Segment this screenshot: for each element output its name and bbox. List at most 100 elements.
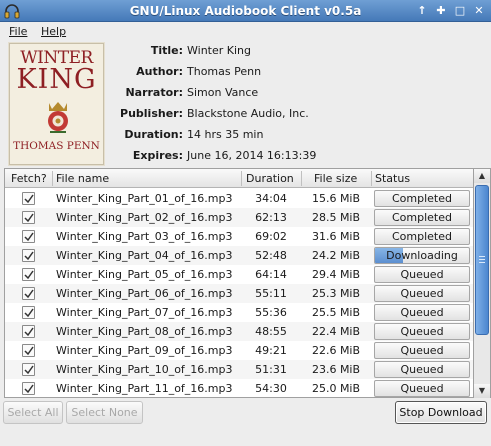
file-size-cell: 29.4 MiB <box>311 268 361 281</box>
status-button[interactable]: Queued <box>374 266 470 283</box>
duration-cell: 62:13 <box>255 211 287 224</box>
file-name-cell: Winter_King_Part_10_of_16.mp3 <box>56 363 233 376</box>
status-label: Queued <box>400 325 444 338</box>
table-scrollbar[interactable]: ▲ ▼ <box>474 168 491 398</box>
status-button[interactable]: Queued <box>374 361 470 378</box>
file-name-cell: Winter_King_Part_01_of_16.mp3 <box>56 192 233 205</box>
table-header: Fetch? File name Duration File size Stat… <box>5 169 473 188</box>
status-button[interactable]: Queued <box>374 323 470 340</box>
file-size-cell: 25.0 MiB <box>311 382 361 395</box>
status-label: Queued <box>400 306 444 319</box>
title-label: Title: <box>150 44 183 57</box>
col-status[interactable]: Status <box>375 172 410 185</box>
status-button[interactable]: Queued <box>374 285 470 302</box>
fetch-checkbox[interactable] <box>22 306 35 319</box>
file-name-cell: Winter_King_Part_07_of_16.mp3 <box>56 306 233 319</box>
status-button[interactable]: Completed <box>374 228 470 245</box>
status-button[interactable]: Queued <box>374 304 470 321</box>
fetch-checkbox[interactable] <box>22 325 35 338</box>
duration-cell: 64:14 <box>255 268 287 281</box>
col-fetch[interactable]: Fetch? <box>11 172 47 185</box>
status-label: Completed <box>392 211 452 224</box>
menu-help-label: Help <box>41 25 67 38</box>
status-button[interactable]: Downloading <box>374 247 470 264</box>
fetch-checkbox[interactable] <box>22 249 35 262</box>
checkmark-icon <box>24 327 34 337</box>
scroll-thumb[interactable] <box>475 185 489 335</box>
file-name-cell: Winter_King_Part_05_of_16.mp3 <box>56 268 233 281</box>
table-row[interactable]: Winter_King_Part_08_of_16.mp3 48:55 22.4 M… <box>5 322 473 341</box>
col-separator[interactable] <box>241 171 242 186</box>
narrator-label: Narrator: <box>125 86 183 99</box>
duration-label: Duration: <box>124 128 183 141</box>
col-separator[interactable] <box>301 171 302 186</box>
file-name-cell: Winter_King_Part_03_of_16.mp3 <box>56 230 233 243</box>
fetch-checkbox[interactable] <box>22 211 35 224</box>
checkmark-icon <box>24 232 34 242</box>
table-row[interactable]: Winter_King_Part_05_of_16.mp3 64:14 29.4 M… <box>5 265 473 284</box>
table-row[interactable]: Winter_King_Part_09_of_16.mp3 49:21 22.6 M… <box>5 341 473 360</box>
info-duration-row: Duration: 14 hrs 35 min <box>0 128 491 144</box>
fetch-checkbox[interactable] <box>22 192 35 205</box>
status-label: Queued <box>400 344 444 357</box>
fetch-checkbox[interactable] <box>22 363 35 376</box>
status-label: Completed <box>392 230 452 243</box>
file-name-cell: Winter_King_Part_04_of_16.mp3 <box>56 249 233 262</box>
table-row[interactable]: Winter_King_Part_02_of_16.mp3 62:13 28.5 M… <box>5 208 473 227</box>
file-name-cell: Winter_King_Part_02_of_16.mp3 <box>56 211 233 224</box>
shade-up-icon[interactable]: ↑ <box>414 3 430 19</box>
status-label: Queued <box>400 268 444 281</box>
grip-line <box>479 256 485 257</box>
menu-help[interactable]: Help <box>41 25 66 38</box>
pin-icon[interactable]: ✚ <box>433 3 449 19</box>
scroll-up-icon[interactable]: ▲ <box>474 169 490 183</box>
table-row[interactable]: Winter_King_Part_01_of_16.mp3 34:04 15.6 M… <box>5 189 473 208</box>
menu-bar: File Help <box>0 22 491 41</box>
file-name-cell: Winter_King_Part_06_of_16.mp3 <box>56 287 233 300</box>
table-row[interactable]: Winter_King_Part_11_of_16.mp3 54:30 25.0 M… <box>5 379 473 397</box>
file-name-cell: Winter_King_Part_08_of_16.mp3 <box>56 325 233 338</box>
stop-download-button[interactable]: Stop Download <box>395 401 487 424</box>
table-row[interactable]: Winter_King_Part_03_of_16.mp3 69:02 31.6 M… <box>5 227 473 246</box>
close-icon[interactable]: ✕ <box>471 3 487 19</box>
info-publisher-row: Publisher: Blackstone Audio, Inc. <box>0 107 491 123</box>
fetch-checkbox[interactable] <box>22 287 35 300</box>
table-row[interactable]: Winter_King_Part_06_of_16.mp3 55:11 25.3 M… <box>5 284 473 303</box>
col-file-name[interactable]: File name <box>56 172 109 185</box>
col-separator[interactable] <box>371 171 372 186</box>
duration-cell: 34:04 <box>255 192 287 205</box>
checkmark-icon <box>24 194 34 204</box>
table-row[interactable]: Winter_King_Part_10_of_16.mp3 51:31 23.6 M… <box>5 360 473 379</box>
file-name-cell: Winter_King_Part_11_of_16.mp3 <box>56 382 233 395</box>
table-row[interactable]: Winter_King_Part_04_of_16.mp3 52:48 24.2 M… <box>5 246 473 265</box>
select-all-button[interactable]: Select All <box>3 401 63 424</box>
select-none-button[interactable]: Select None <box>66 401 143 424</box>
fetch-checkbox[interactable] <box>22 268 35 281</box>
checkmark-icon <box>24 346 34 356</box>
grip-line <box>479 262 485 263</box>
fetch-checkbox[interactable] <box>22 344 35 357</box>
duration-cell: 69:02 <box>255 230 287 243</box>
fetch-checkbox[interactable] <box>22 382 35 395</box>
file-size-cell: 25.5 MiB <box>311 306 361 319</box>
status-button[interactable]: Completed <box>374 190 470 207</box>
col-separator[interactable] <box>52 171 53 186</box>
col-duration[interactable]: Duration <box>246 172 294 185</box>
publisher-label: Publisher: <box>120 107 183 120</box>
checkmark-icon <box>24 270 34 280</box>
duration-value: 14 hrs 35 min <box>187 128 264 141</box>
status-button[interactable]: Completed <box>374 209 470 226</box>
table-row[interactable]: Winter_King_Part_07_of_16.mp3 55:36 25.5 M… <box>5 303 473 322</box>
scroll-down-icon[interactable]: ▼ <box>474 384 490 398</box>
status-button[interactable]: Queued <box>374 380 470 397</box>
duration-cell: 55:11 <box>255 287 287 300</box>
maximize-icon[interactable]: □ <box>452 3 468 19</box>
duration-cell: 55:36 <box>255 306 287 319</box>
col-file-size[interactable]: File size <box>314 172 357 185</box>
menu-file[interactable]: File <box>9 25 27 38</box>
fetch-checkbox[interactable] <box>22 230 35 243</box>
status-label: Queued <box>400 363 444 376</box>
author-value: Thomas Penn <box>187 65 262 78</box>
info-expires-row: Expires: June 16, 2014 16:13:39 <box>0 149 491 165</box>
status-button[interactable]: Queued <box>374 342 470 359</box>
